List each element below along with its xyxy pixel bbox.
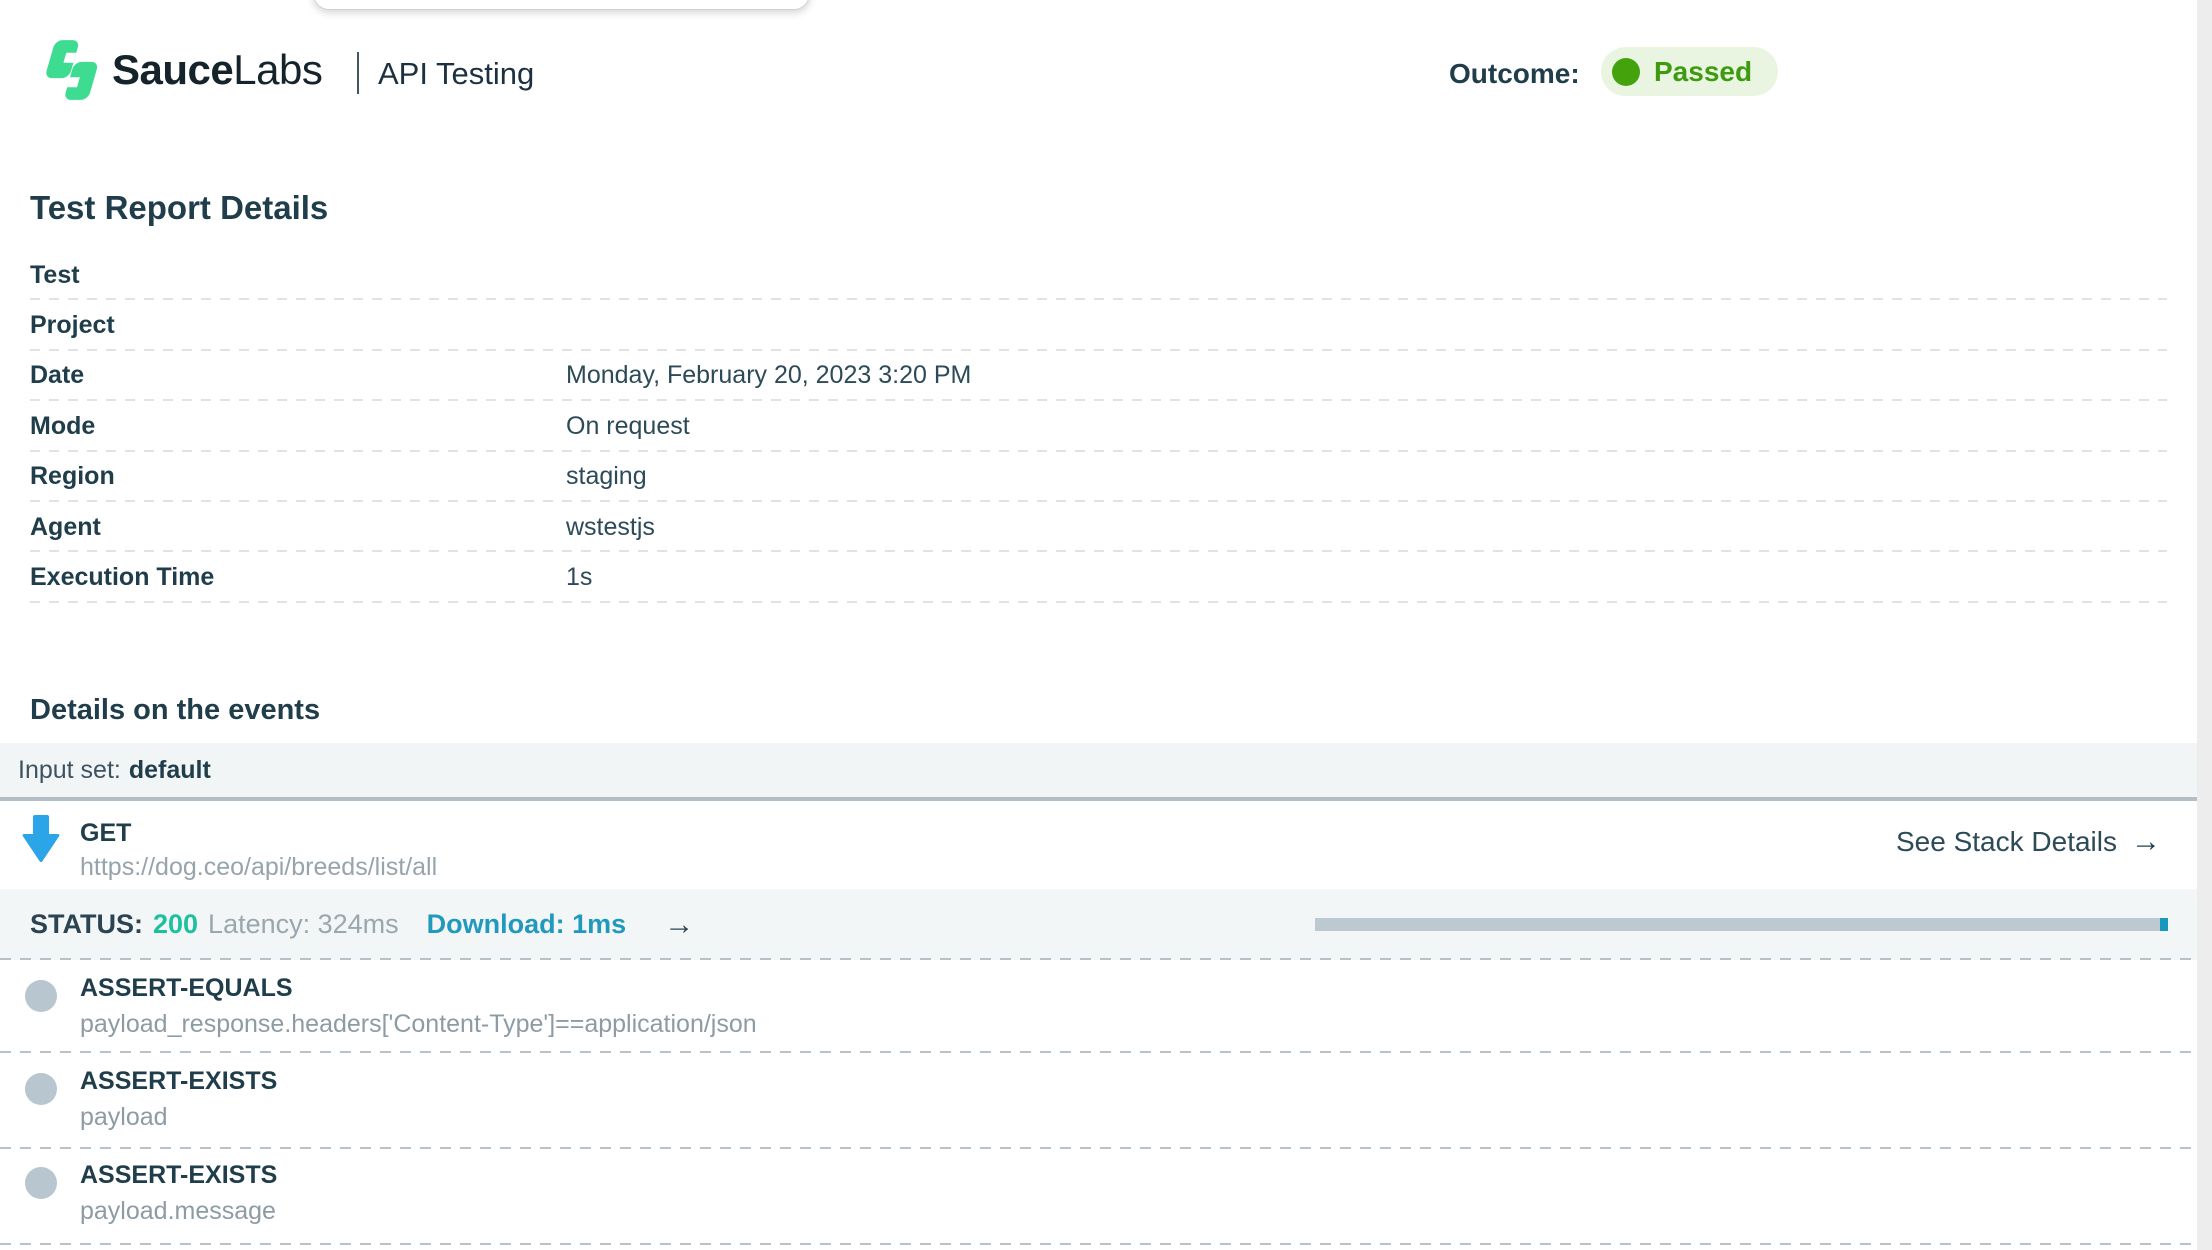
truncated-tooltip-box (313, 0, 810, 10)
outcome-label: Outcome: (1449, 58, 1580, 90)
assertion-type: ASSERT-EXISTS (80, 1161, 277, 1190)
see-stack-details-link[interactable]: See Stack Details → (1896, 825, 2161, 859)
input-set-value: default (129, 756, 211, 785)
row-value: staging (566, 462, 647, 491)
status-label: STATUS: (30, 909, 143, 940)
assertion-status-dot-icon (25, 1073, 57, 1105)
table-row-date: Date Monday, February 20, 2023 3:20 PM (30, 351, 2167, 401)
right-arrow-icon: → (2131, 825, 2161, 859)
assertion-expression: payload (80, 1103, 168, 1132)
header-divider (357, 52, 359, 94)
outcome-value: Passed (1654, 56, 1752, 88)
assertion-status-dot-icon (25, 1167, 57, 1199)
assertion-status-dot-icon (25, 980, 57, 1012)
table-row-region: Region staging (30, 452, 2167, 502)
request-down-arrow-icon[interactable] (22, 814, 60, 864)
row-label: Region (30, 462, 566, 491)
status-code: 200 (153, 909, 198, 940)
assertion-row-exists-2: ASSERT-EXISTS payload.message (0, 1149, 2197, 1243)
latency-progress-bar (1315, 918, 2168, 931)
row-value: wstestjs (566, 513, 655, 542)
input-set-bar: Input set: default (0, 743, 2197, 797)
row-label: Mode (30, 412, 566, 441)
row-value: 1s (566, 563, 592, 592)
row-label: Agent (30, 513, 566, 542)
assertion-expression: payload.message (80, 1197, 276, 1226)
download-progress-segment (2160, 918, 2168, 931)
vertical-scrollbar-track[interactable] (2197, 0, 2212, 1250)
table-row-execution-time: Execution Time 1s (30, 552, 2167, 602)
saucelabs-logo-icon (40, 36, 98, 104)
row-value: On request (566, 412, 690, 441)
passed-dot-icon (1612, 58, 1640, 86)
request-method: GET (80, 819, 131, 848)
see-stack-details-label: See Stack Details (1896, 826, 2117, 858)
request-event-row: GET https://dog.ceo/api/breeds/list/all … (0, 801, 2197, 889)
assertion-expression: payload_response.headers['Content-Type']… (80, 1010, 757, 1039)
row-label: Test (30, 261, 566, 290)
assertion-row-equals: ASSERT-EQUALS payload_response.headers['… (0, 962, 2197, 1051)
brand-wordmark: SauceLabs (112, 46, 322, 94)
row-separator (0, 1243, 2197, 1245)
page-title: Test Report Details (30, 189, 328, 227)
table-row-test: Test (30, 250, 2167, 300)
assertion-row-exists-1: ASSERT-EXISTS payload (0, 1053, 2197, 1147)
table-row-project: Project (30, 300, 2167, 350)
status-download-link[interactable]: Download: 1ms (427, 909, 627, 940)
row-label: Date (30, 361, 566, 390)
events-section-title: Details on the events (30, 694, 320, 727)
status-expand-arrow-icon[interactable]: → (664, 908, 694, 942)
table-row-mode: Mode On request (30, 401, 2167, 451)
assertion-type: ASSERT-EQUALS (80, 974, 293, 1003)
report-details-table: Test Project Date Monday, February 20, 2… (30, 250, 2167, 603)
row-label: Project (30, 311, 566, 340)
row-label: Execution Time (30, 563, 566, 592)
assertion-type: ASSERT-EXISTS (80, 1067, 277, 1096)
brand-labs: Labs (233, 46, 322, 93)
brand-sauce: Sauce (112, 46, 233, 93)
product-name: API Testing (378, 56, 534, 92)
table-row-agent: Agent wstestjs (30, 502, 2167, 552)
outcome-badge: Passed (1601, 47, 1778, 96)
request-url: https://dog.ceo/api/breeds/list/all (80, 853, 437, 882)
input-set-label: Input set: (18, 756, 121, 785)
row-value: Monday, February 20, 2023 3:20 PM (566, 361, 971, 390)
status-latency: Latency: 324ms (208, 909, 399, 940)
